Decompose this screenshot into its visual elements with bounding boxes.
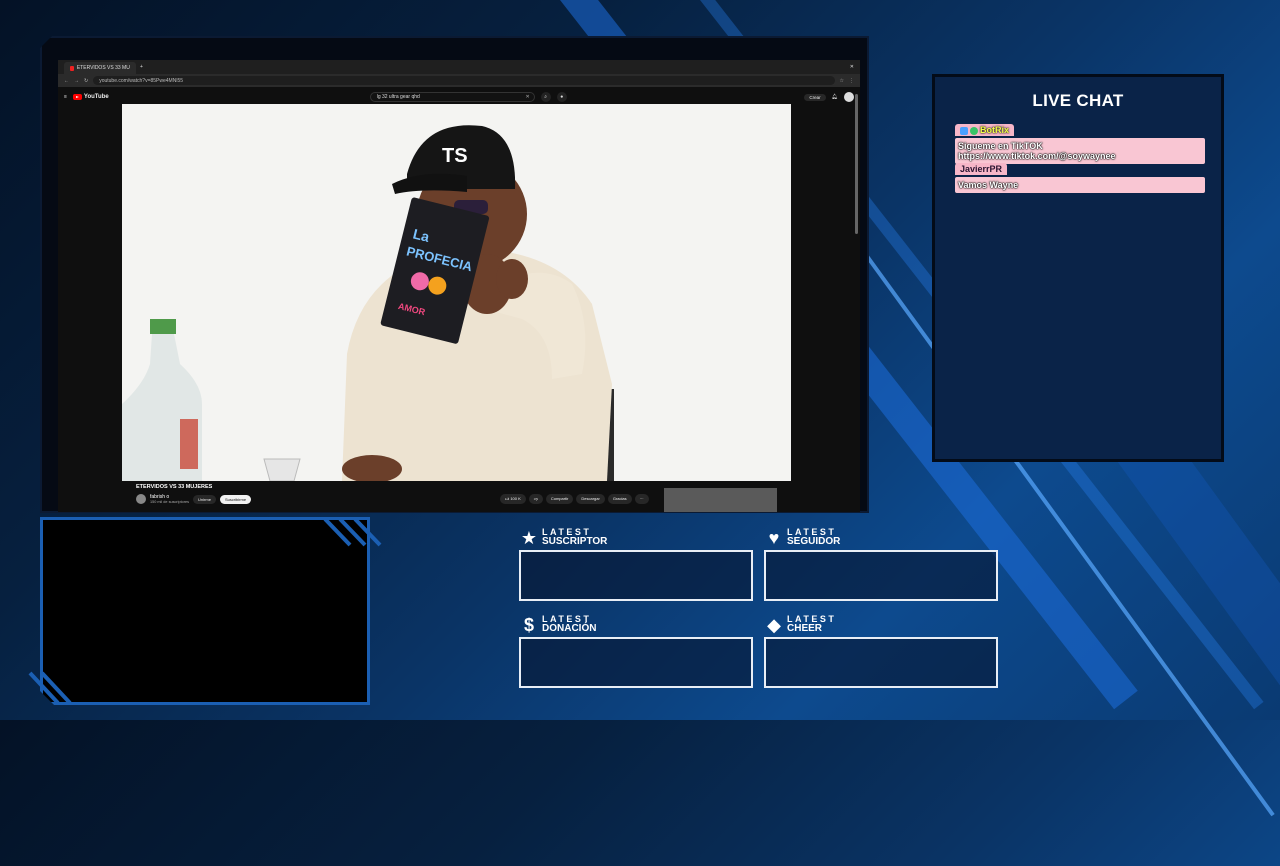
- url-bar: ← → ↻ youtube.com/watch?v=85Pwe4MNl55 ☆ …: [58, 74, 860, 87]
- video-frame: TS La PROFECIA AMOR: [122, 104, 791, 481]
- thanks-button[interactable]: Gracias: [607, 494, 632, 504]
- verified-badge-icon: [970, 126, 978, 135]
- microphone-icon[interactable]: ●: [556, 92, 567, 102]
- webcam-corner-accent: [323, 517, 382, 547]
- subscriber-count: 150 mil de suscriptores: [150, 500, 190, 504]
- address-text: youtube.com/watch?v=85Pwe4MNl55: [99, 77, 183, 84]
- new-tab-icon[interactable]: +: [140, 64, 143, 70]
- search-input[interactable]: lg 32 ultra gear qhd ✕: [369, 92, 535, 102]
- tab-bar: ETERVIDOS VS 33 MUJERES + ✕: [58, 60, 860, 74]
- webcam-corner-accent: [28, 671, 72, 705]
- chat-message: JavierrPR Vamos Wayne: [955, 159, 1205, 193]
- latest-title: SEGUIDOR: [787, 536, 841, 547]
- latest-title: DONACIÓN: [542, 623, 597, 634]
- latest-cheer-panel: ◆ LATEST CHEER: [764, 615, 998, 688]
- reload-icon[interactable]: ↻: [84, 78, 88, 84]
- bot-badge-icon: [960, 126, 968, 135]
- tab-title: ETERVIDOS VS 33 MUJERES: [76, 65, 130, 71]
- youtube-play-icon: [72, 94, 82, 100]
- diamond-icon: ◆: [767, 615, 781, 635]
- avatar[interactable]: [844, 92, 854, 102]
- latest-title: SUSCRIPTOR: [542, 536, 608, 547]
- scrollbar[interactable]: [855, 94, 858, 234]
- latest-value-box: [519, 550, 753, 601]
- latest-donacion-panel: $ LATEST DONACIÓN: [519, 615, 753, 688]
- close-window-icon[interactable]: ✕: [850, 64, 854, 70]
- latest-seguidor-panel: ♥ LATEST SEGUIDOR: [764, 528, 998, 601]
- create-button[interactable]: Crear: [804, 93, 826, 101]
- youtube-favicon-icon: [70, 65, 74, 71]
- subscribe-button[interactable]: Suscribirme: [219, 494, 252, 504]
- latest-value-box: [764, 637, 998, 688]
- channel-avatar[interactable]: [136, 494, 146, 504]
- download-button[interactable]: Descargar: [576, 494, 605, 504]
- address-input[interactable]: youtube.com/watch?v=85Pwe4MNl55: [93, 76, 835, 85]
- share-button[interactable]: Compartir: [545, 494, 574, 504]
- notifications-icon[interactable]: 🔔︎: [832, 94, 838, 100]
- youtube-logo[interactable]: YouTube: [72, 94, 109, 100]
- dislike-button[interactable]: 👎︎: [528, 494, 543, 504]
- thumbs-down-icon: 👎︎: [533, 496, 538, 501]
- browser-tab[interactable]: ETERVIDOS VS 33 MUJERES: [64, 62, 136, 74]
- more-button[interactable]: ···: [634, 494, 649, 504]
- chat-username: JavierrPR: [955, 163, 1008, 175]
- latest-value-box: [764, 550, 998, 601]
- latest-value-box: [519, 637, 753, 688]
- thumbs-up-icon: 👍︎: [505, 496, 510, 501]
- join-button[interactable]: Unirme: [193, 494, 216, 504]
- chat-username: BotRix: [955, 124, 1014, 136]
- chat-title: LIVE CHAT: [1032, 91, 1124, 110]
- back-icon[interactable]: ←: [64, 78, 69, 84]
- forward-icon[interactable]: →: [74, 78, 79, 84]
- star-icon: ★: [520, 528, 538, 548]
- dollar-icon: $: [523, 615, 534, 635]
- like-count: 100 K: [510, 496, 521, 501]
- latest-title: CHEER: [787, 623, 823, 634]
- heart-icon: ♥: [768, 528, 780, 548]
- live-chat-panel: LIVE CHAT BotRix Sigueme en TikTOK https…: [932, 74, 1224, 462]
- svg-text:TS: TS: [442, 145, 468, 167]
- clear-search-icon[interactable]: ✕: [526, 94, 530, 100]
- chat-message: BotRix Sigueme en TikTOK https://www.tik…: [955, 120, 1205, 164]
- bookmark-icon[interactable]: ☆: [840, 78, 844, 84]
- browser-window: ETERVIDOS VS 33 MUJERES + ✕ ← → ↻ youtub…: [58, 60, 860, 512]
- youtube-logo-text: YouTube: [83, 94, 109, 100]
- menu-dots-icon[interactable]: ⋮: [849, 78, 854, 84]
- search-query: lg 32 ultra gear qhd: [376, 94, 420, 100]
- like-button[interactable]: 👍︎ 100 K: [500, 494, 526, 504]
- search-icon[interactable]: ⌕: [540, 92, 551, 102]
- recommended-thumbnail[interactable]: [664, 488, 777, 512]
- chat-text: Vamos Wayne: [955, 177, 1205, 193]
- latest-suscriptor-panel: ★ LATEST SUSCRIPTOR: [519, 528, 753, 601]
- hamburger-icon[interactable]: ≡: [64, 94, 67, 100]
- video-player[interactable]: TS La PROFECIA AMOR: [122, 104, 791, 481]
